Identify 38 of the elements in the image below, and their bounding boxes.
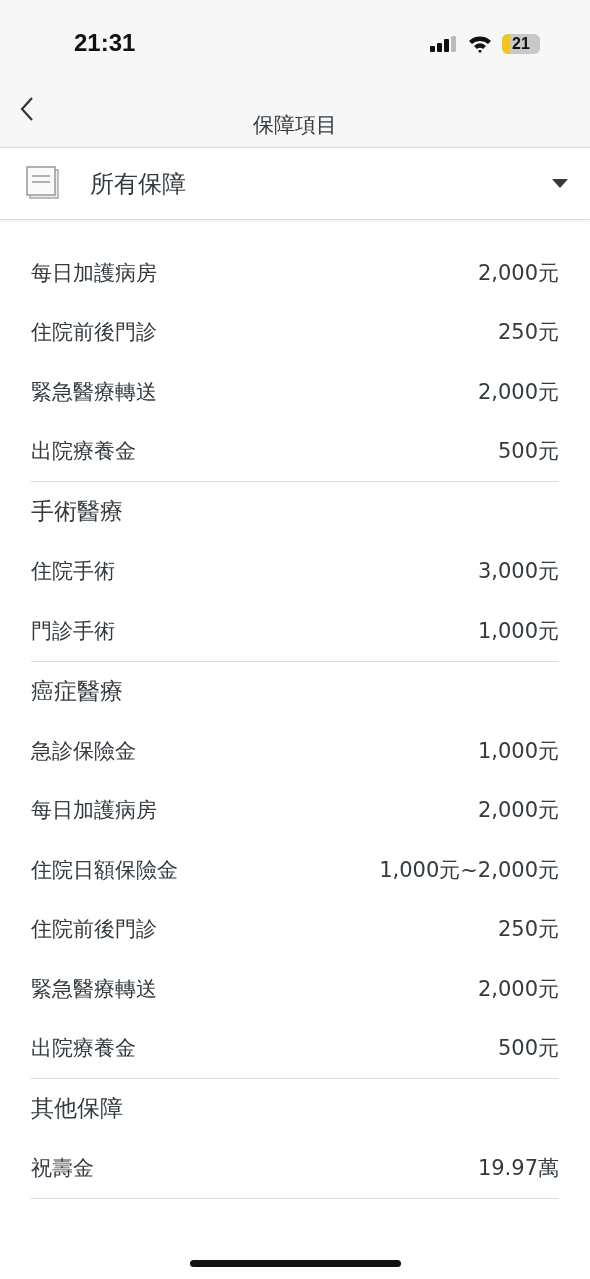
coverage-amount: 500元 <box>497 1035 559 1063</box>
caret-icon <box>552 178 568 189</box>
coverage-amount: 250元 <box>497 319 559 347</box>
status-time: 21:31 <box>74 29 136 57</box>
coverage-name: 住院手術 <box>31 558 115 586</box>
coverage-name: 住院日額保險金 <box>31 856 178 884</box>
coverage-name: 祝壽金 <box>31 1155 94 1183</box>
coverage-amount: 1,000元~2,000元 <box>379 856 559 884</box>
wifi-icon <box>468 35 492 53</box>
coverage-amount: 250元 <box>497 916 559 944</box>
coverage-amount: 2,000元 <box>477 975 559 1003</box>
coverage-amount: 1,000元 <box>477 737 559 765</box>
section-title: 其他保障 <box>31 1094 123 1124</box>
coverage-name: 出院療養金 <box>31 1035 136 1063</box>
document-icon <box>26 165 62 202</box>
signal-icon <box>430 36 458 52</box>
coverage-name: 住院前後門診 <box>31 916 157 944</box>
coverage-name: 門診手術 <box>31 617 115 645</box>
coverage-name: 住院前後門診 <box>31 319 157 347</box>
back-icon[interactable] <box>20 96 34 122</box>
coverage-name: 緊急醫療轉送 <box>31 378 157 406</box>
coverage-name: 急診保險金 <box>31 737 136 765</box>
page-title: 保障項目 <box>253 111 337 139</box>
coverage-amount: 2,000元 <box>477 259 559 287</box>
coverage-name: 每日加護病房 <box>31 797 157 825</box>
coverage-amount: 2,000元 <box>477 378 559 406</box>
coverage-name: 每日加護病房 <box>31 259 157 287</box>
coverage-amount: 19.97萬 <box>477 1155 559 1183</box>
section-title: 癌症醫療 <box>31 676 123 706</box>
coverage-name: 緊急醫療轉送 <box>31 975 157 1003</box>
coverage-amount: 2,000元 <box>477 797 559 825</box>
coverage-dropdown[interactable]: 所有保障 <box>0 147 590 220</box>
section-title: 手術醫療 <box>31 497 123 527</box>
coverage-name: 出院療養金 <box>31 438 136 466</box>
battery-icon: 21 <box>502 34 540 54</box>
coverage-amount: 3,000元 <box>477 558 559 586</box>
coverage-amount: 1,000元 <box>477 617 559 645</box>
coverage-amount: 500元 <box>497 438 559 466</box>
